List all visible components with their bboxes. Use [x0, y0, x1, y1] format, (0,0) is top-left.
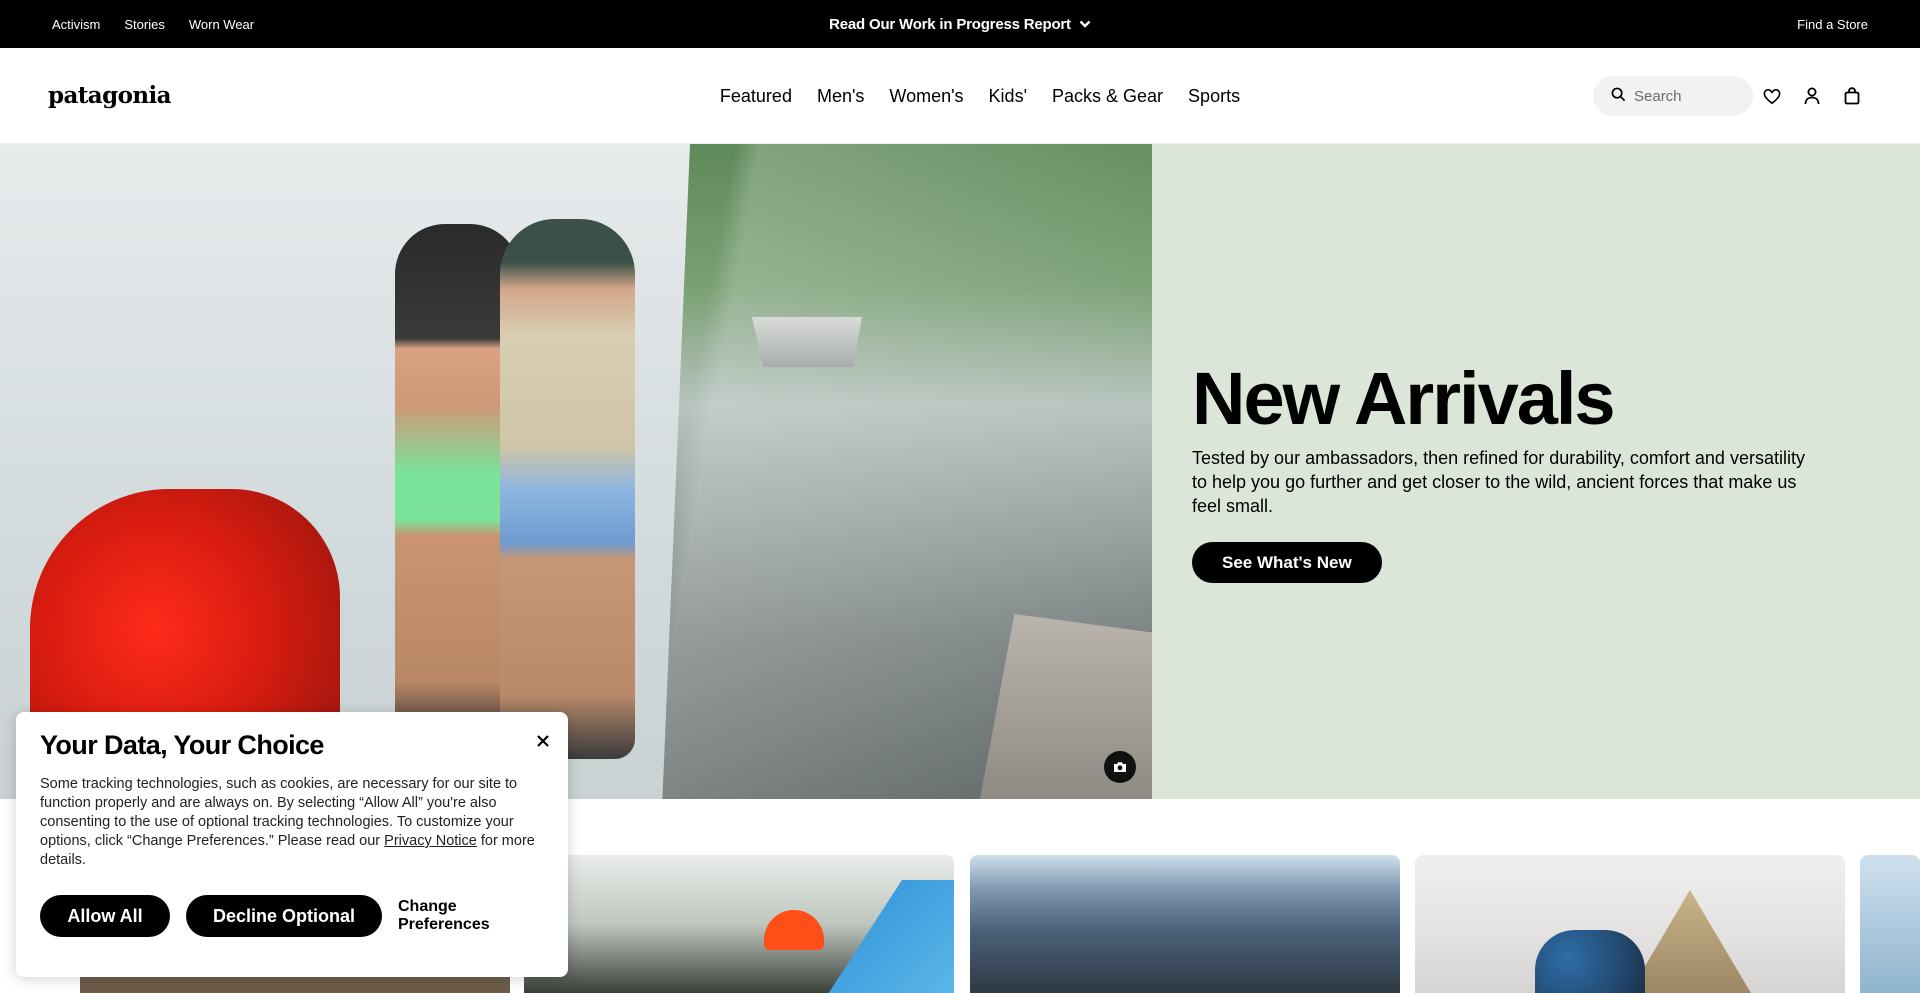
search-icon	[1611, 87, 1626, 106]
nav-womens[interactable]: Women's	[889, 86, 963, 107]
close-icon[interactable]	[532, 730, 554, 752]
change-preferences-button[interactable]: Change Preferences	[398, 895, 548, 937]
promo-dropdown[interactable]: Read Our Work in Progress Report	[829, 16, 1091, 33]
nav-packs-gear[interactable]: Packs & Gear	[1052, 86, 1163, 107]
heart-icon[interactable]	[1761, 85, 1783, 107]
utility-links: Activism Stories Worn Wear	[52, 0, 254, 48]
allow-all-button[interactable]: Allow All	[40, 895, 170, 937]
hero-description: Tested by our ambassadors, then refined …	[1192, 448, 1805, 516]
utility-bar: Activism Stories Worn Wear Read Our Work…	[0, 0, 1920, 48]
hero-title: New Arrivals	[1192, 357, 1616, 440]
nav-mens[interactable]: Men's	[817, 86, 864, 107]
privacy-notice-link[interactable]: Privacy Notice	[384, 833, 477, 849]
utility-link-stories[interactable]: Stories	[124, 17, 164, 32]
cookie-dialog-body: Some tracking technologies, such as cook…	[40, 776, 535, 868]
cookie-dialog: Your Data, Your Choice Some tracking tec…	[16, 712, 568, 977]
utility-link-worn-wear[interactable]: Worn Wear	[189, 17, 254, 32]
promo-banner: Read Our Work in Progress Report	[0, 0, 1920, 48]
product-card[interactable]	[1415, 855, 1845, 993]
bag-icon[interactable]	[1841, 85, 1863, 107]
patagonia-logo[interactable]: patagonia	[48, 82, 172, 109]
product-card[interactable]	[1860, 855, 1920, 993]
find-store-link[interactable]: Find a Store	[1797, 0, 1868, 48]
search-box[interactable]	[1593, 76, 1753, 116]
main-header: patagonia Featured Men's Women's Kids' P…	[0, 48, 1920, 144]
person-image	[500, 219, 635, 759]
promo-text: Read Our Work in Progress Report	[829, 15, 1071, 33]
search-input[interactable]	[1634, 87, 1744, 105]
account-icon[interactable]	[1801, 85, 1823, 107]
nav-sports[interactable]: Sports	[1188, 86, 1240, 107]
nav-featured[interactable]: Featured	[720, 86, 792, 107]
chevron-down-icon	[1079, 16, 1091, 33]
product-card[interactable]	[524, 855, 954, 993]
camera-icon[interactable]	[1104, 751, 1136, 783]
cookie-dialog-title: Your Data, Your Choice	[40, 730, 324, 760]
nav-kids[interactable]: Kids'	[989, 86, 1027, 107]
see-whats-new-button[interactable]: See What's New	[1192, 542, 1382, 583]
utility-link-activism[interactable]: Activism	[52, 17, 100, 32]
product-card[interactable]	[970, 855, 1400, 993]
hero-image	[0, 144, 1152, 799]
decline-optional-button[interactable]: Decline Optional	[186, 895, 382, 937]
